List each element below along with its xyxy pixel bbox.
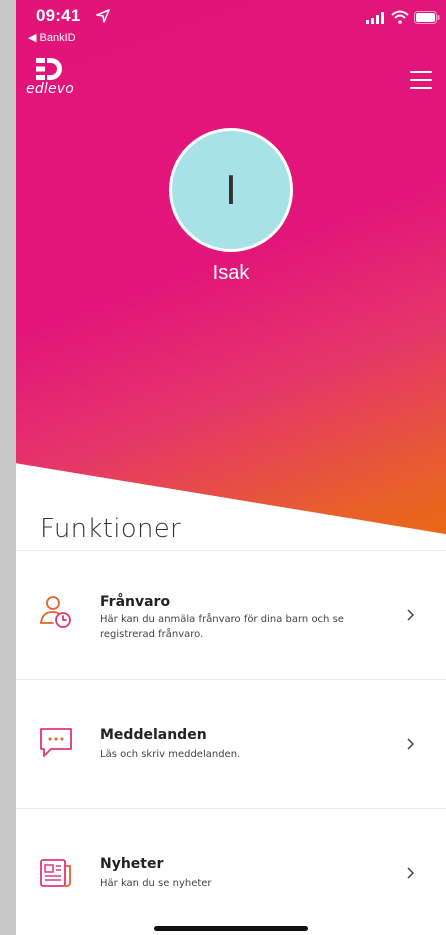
function-row-meddelanden[interactable]: Meddelanden Läs och skriv meddelanden.: [16, 680, 446, 808]
home-indicator[interactable]: [154, 926, 308, 931]
edlevo-logo-icon: [36, 58, 62, 80]
avatar-initial: I: [225, 166, 237, 213]
chevron-right-icon: [407, 738, 415, 750]
function-title: Meddelanden: [100, 727, 207, 743]
function-row-franvaro[interactable]: Frånvaro Här kan du anmäla frånvaro för …: [16, 551, 446, 679]
logo-text: edlevo: [26, 81, 75, 97]
cellular-signal-icon: [366, 12, 384, 24]
app-screen: 09:41 ◀ BankID edlevo I Isak Funktioner …: [16, 0, 446, 935]
function-description: Här kan du se nyheter: [100, 878, 212, 889]
user-name: Isak: [212, 262, 250, 284]
function-title: Nyheter: [100, 856, 164, 872]
wifi-icon: [391, 10, 409, 24]
function-row-nyheter[interactable]: Nyheter Här kan du se nyheter: [16, 809, 446, 935]
function-title: Frånvaro: [100, 594, 171, 610]
location-arrow-icon: [96, 9, 110, 23]
chevron-right-icon: [407, 867, 415, 879]
battery-icon: [414, 11, 440, 24]
hamburger-menu-icon[interactable]: [406, 68, 436, 92]
back-to-app-link[interactable]: ◀ BankID: [28, 31, 76, 44]
avatar: I: [169, 128, 293, 252]
function-description: Här kan du anmäla frånvaro för dina barn…: [100, 614, 344, 640]
chat-bubble-icon: [40, 728, 72, 757]
chevron-right-icon: [407, 609, 415, 621]
newspaper-icon: [40, 859, 71, 887]
section-title: Funktioner: [40, 514, 182, 544]
person-clock-icon: [40, 596, 71, 628]
edlevo-logo: edlevo: [26, 58, 74, 106]
status-time: 09:41: [36, 6, 81, 25]
function-description: Läs och skriv meddelanden.: [100, 749, 241, 760]
status-bar: 09:41 ◀ BankID: [16, 0, 446, 48]
